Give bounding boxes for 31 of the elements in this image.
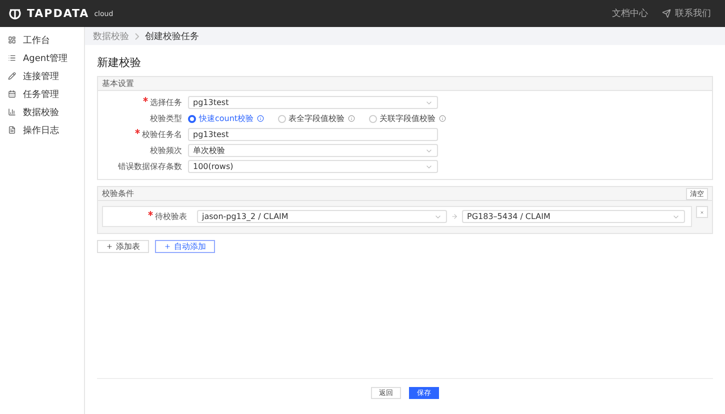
field-label: 校验类型: [149, 113, 183, 124]
sidebar-item[interactable]: 数据校验: [23, 106, 59, 118]
section-title: 校验条件: [102, 188, 134, 199]
page-title: 新建校验: [97, 55, 142, 70]
field-label: 错误数据保存条数: [117, 161, 183, 172]
field-label: 校验频次: [149, 145, 183, 156]
sidebar-item[interactable]: 连接管理: [23, 70, 59, 82]
header-link[interactable]: 联系我们: [662, 7, 711, 20]
logo-text: TAPDATA: [27, 7, 90, 20]
add-button[interactable]: 自动添加: [155, 240, 215, 253]
input-field[interactable]: pg13test: [188, 128, 438, 141]
select-field[interactable]: PG183–5434 / CLAIM: [462, 210, 685, 223]
field-label: 校验任务名: [98, 129, 188, 140]
sidebar-item[interactable]: 工作台: [23, 34, 50, 46]
sidebar-item[interactable]: 操作日志: [23, 124, 59, 136]
select-field[interactable]: pg13test: [188, 96, 438, 109]
logo-suffix: cloud: [94, 10, 114, 18]
sidebar-item[interactable]: Agent管理: [23, 52, 68, 64]
radio-label[interactable]: 快速count校验: [199, 113, 254, 124]
add-button[interactable]: 添加表: [97, 240, 149, 253]
field-label: 待校验表: [103, 211, 193, 222]
field-label: 选择任务: [98, 97, 188, 108]
breadcrumb-item: 创建校验任务: [145, 30, 199, 42]
radio-label[interactable]: 表全字段值校验: [288, 113, 345, 124]
sidebar-item[interactable]: 任务管理: [23, 88, 59, 100]
select-field[interactable]: jason-pg13_2 / CLAIM: [197, 210, 447, 223]
header-link[interactable]: 文档中心: [612, 7, 648, 20]
section-title: 基本设置: [102, 78, 134, 89]
radio-label[interactable]: 关联字段值校验: [380, 113, 436, 124]
select-field[interactable]: 100(rows): [188, 160, 438, 173]
select-field[interactable]: 单次校验: [188, 144, 438, 157]
